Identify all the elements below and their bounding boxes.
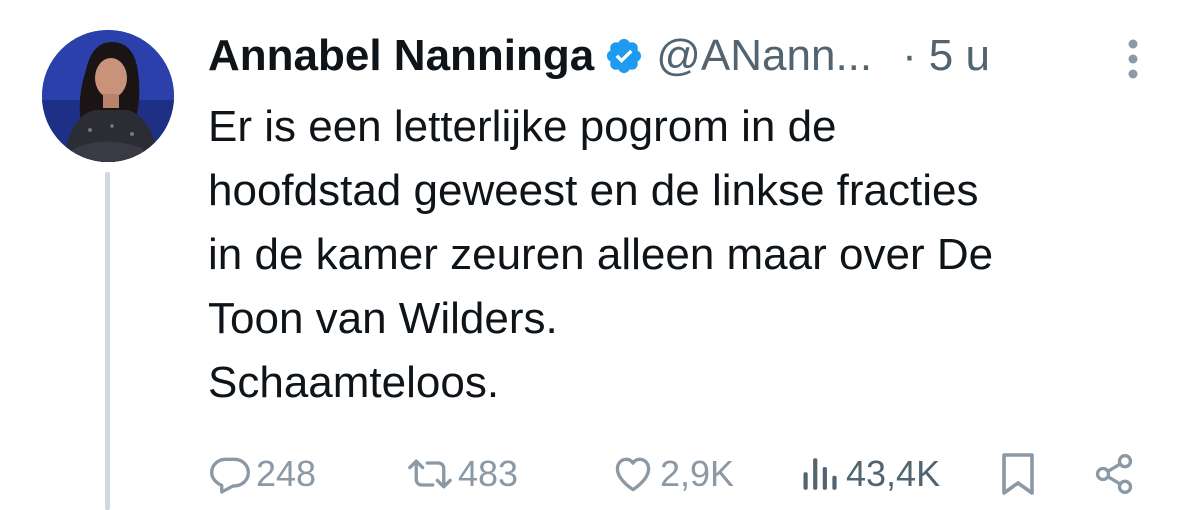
heart-icon (615, 457, 651, 492)
separator-dot: · (902, 31, 917, 80)
share-button[interactable] (1092, 448, 1140, 500)
verified-badge-icon (604, 36, 644, 76)
repost-count: 483 (458, 453, 519, 494)
bookmark-icon (1002, 453, 1034, 495)
tweet-text-line: hoofdstad geweest en de linkse fracties (208, 166, 979, 215)
avatar[interactable] (42, 30, 174, 162)
tweet-text-line: Er is een letterlijke pogrom in de (208, 102, 837, 151)
reply-icon (210, 457, 250, 494)
repost-button[interactable]: 483 (406, 448, 518, 500)
thread-line (105, 172, 110, 510)
tweet-text: Er is een letterlijke pogrom in de hoofd… (208, 95, 1168, 415)
tweet-text-line: Toon van Wilders. (208, 294, 558, 343)
tweet-text-line: Schaamteloos. (208, 358, 500, 407)
repost-icon (408, 459, 452, 489)
action-bar: 248 483 2,9K 43,4K (208, 448, 1148, 500)
like-button[interactable]: 2,9K (610, 448, 734, 500)
views-button[interactable]: 43,4K (800, 448, 940, 500)
author-name[interactable]: Annabel Nanninga (208, 30, 594, 82)
reply-count: 248 (256, 453, 317, 494)
tweet-text-line: in de kamer zeuren alleen maar over De (208, 230, 994, 279)
views-icon (803, 458, 837, 490)
views-count: 43,4K (846, 453, 941, 494)
like-count: 2,9K (660, 453, 735, 494)
timestamp[interactable]: 5 u (929, 30, 990, 82)
more-options-icon[interactable] (1118, 36, 1148, 82)
tweet[interactable]: Annabel Nanninga @ANann... · 5 u Er is e… (0, 0, 1200, 510)
share-icon (1095, 454, 1133, 494)
reply-button[interactable]: 248 (208, 448, 316, 500)
tweet-header: Annabel Nanninga @ANann... · 5 u (208, 30, 990, 82)
author-handle[interactable]: @ANann... (656, 30, 872, 82)
avatar-image (42, 30, 174, 162)
bookmark-button[interactable] (998, 448, 1042, 500)
